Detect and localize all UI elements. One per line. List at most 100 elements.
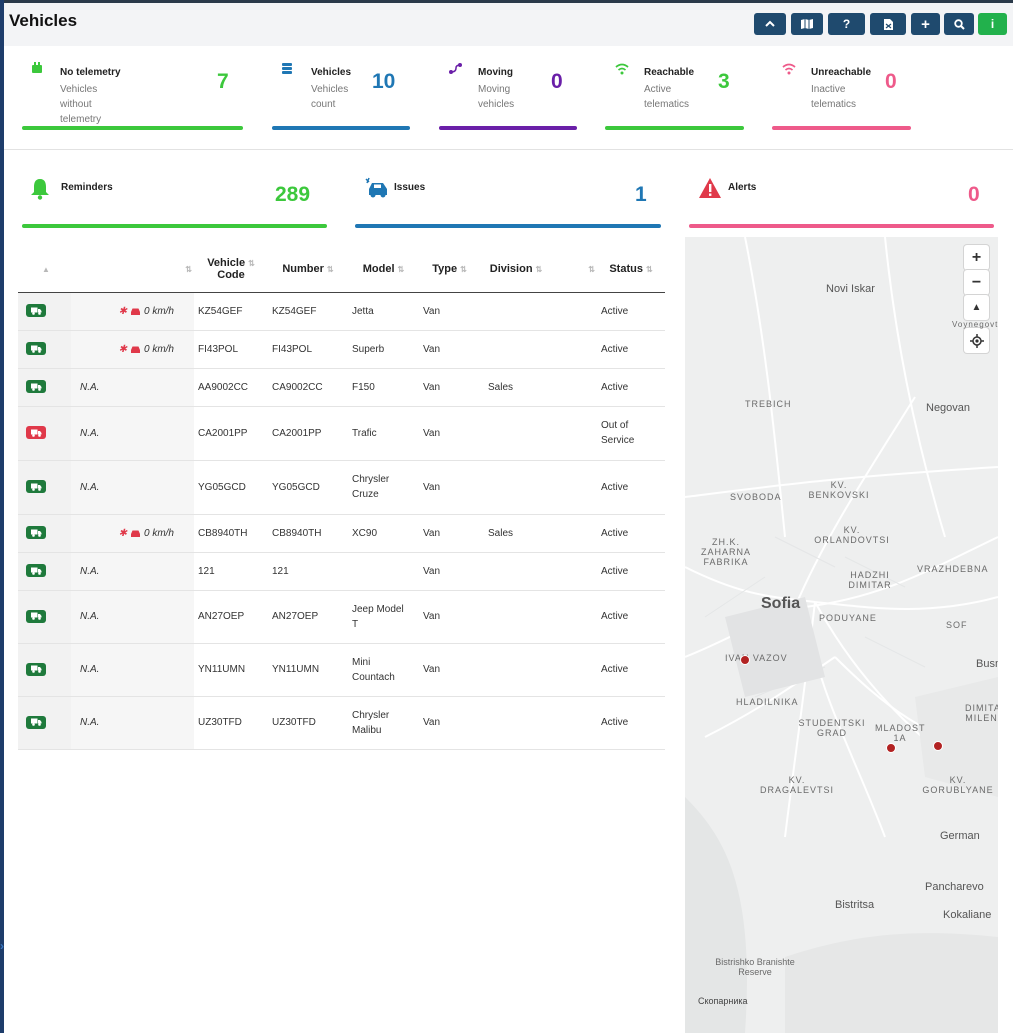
stat-bar xyxy=(272,126,410,130)
table-row[interactable]: N.A. AA9002CC CA9002CC F150 Van Sales Active xyxy=(18,368,665,407)
vehicle-marker[interactable] xyxy=(740,655,750,665)
table-row[interactable]: N.A. AN27OEP AN27OEP Jeep Model T Van Active xyxy=(18,590,665,644)
table-row[interactable]: ✱ 0 km/h FI43POL FI43POL Superb Van Active xyxy=(18,330,665,369)
extra-cell xyxy=(552,330,597,369)
vehicle-marker[interactable] xyxy=(933,741,943,751)
col-header-telemetry[interactable]: ⇅ xyxy=(71,246,194,293)
route-icon xyxy=(449,63,462,74)
telemetry-cell: ✱ 0 km/h xyxy=(71,330,194,369)
truck-icon xyxy=(30,567,41,575)
reminders-value: 289 xyxy=(275,183,311,206)
col-header-number[interactable]: Number ⇅ xyxy=(268,246,348,293)
vehicle-code-cell: 121 xyxy=(194,552,268,591)
table-row[interactable]: N.A. UZ30TFD UZ30TFD Chrysler Malibu Van Activ… xyxy=(18,696,665,750)
map-label: German xyxy=(940,830,980,842)
model-cell: Mini Countach xyxy=(348,643,419,697)
zoom-out-button[interactable]: − xyxy=(964,270,989,295)
stat-value: 0 xyxy=(551,70,563,93)
issues-title: Issues xyxy=(394,182,426,193)
vehicles-stack-icon xyxy=(282,63,292,74)
vehicle-state-badge[interactable] xyxy=(26,480,46,494)
car-icon xyxy=(130,530,140,537)
col-header-model[interactable]: Model ⇅ xyxy=(348,246,419,293)
map-label: KV. ORLANDOVTSI xyxy=(814,525,890,545)
locate-button[interactable] xyxy=(964,328,989,353)
map-label-city: Sofia xyxy=(761,595,801,612)
extra-cell xyxy=(552,460,597,515)
issues-value: 1 xyxy=(635,183,647,206)
stat-subtitle: Vehicles without telemetry xyxy=(60,84,102,125)
compass-icon: ▲ xyxy=(971,302,982,313)
speed-indicator: ✱ 0 km/h xyxy=(75,344,190,355)
stat-subtitle: Vehicles count xyxy=(311,84,349,110)
map-label: Busm xyxy=(976,658,998,670)
table-row[interactable]: N.A. 121 121 Van Active xyxy=(18,552,665,591)
telemetry-na: N.A. xyxy=(80,381,100,393)
division-cell xyxy=(480,643,552,697)
map-label: IVAN VAZOV xyxy=(725,653,788,663)
map-view-button[interactable] xyxy=(791,13,823,35)
type-cell: Van xyxy=(419,406,480,461)
compass-button[interactable]: ▲ xyxy=(964,295,989,320)
telemetry-cell: ✱ 0 km/h xyxy=(71,514,194,553)
table-row[interactable]: ✱ 0 km/h CB8940TH CB8940TH XC90 Van Sales Activ… xyxy=(18,514,665,553)
table-row[interactable]: N.A. YG05GCD YG05GCD Chrysler Cruze Van Active xyxy=(18,460,665,515)
vehicle-state-badge[interactable] xyxy=(26,662,46,676)
map-label: Kokaliane xyxy=(943,909,992,921)
collapse-button[interactable] xyxy=(754,13,786,35)
vehicle-state-badge[interactable] xyxy=(26,609,46,623)
info-button[interactable]: i xyxy=(978,13,1007,35)
table-row[interactable]: ✱ 0 km/h KZ54GEF KZ54GEF Jetta Van Active xyxy=(18,292,665,331)
table-header-row: ▲ ⇅ Vehicle ⇅ Code Number ⇅ Model ⇅ Type ⇅ Di… xyxy=(18,246,665,293)
col-header-state[interactable]: ▲ xyxy=(18,246,71,293)
table-row[interactable]: N.A. CA2001PP CA2001PP Trafic Van Out of Servi… xyxy=(18,406,665,461)
map-label: SVOBODA xyxy=(730,492,782,502)
vehicle-state-badge[interactable] xyxy=(26,304,46,318)
vehicle-marker[interactable] xyxy=(886,743,896,753)
car-icon xyxy=(130,346,140,353)
map-label: Bistritsa xyxy=(835,899,875,911)
map-label: HADZHI DIMITAR xyxy=(848,570,892,590)
vehicle-state-badge[interactable] xyxy=(26,526,46,540)
col-header-vehicle-code[interactable]: Vehicle ⇅ Code xyxy=(194,246,268,293)
division-cell xyxy=(480,552,552,591)
issues-bar xyxy=(355,224,661,228)
truck-icon xyxy=(30,383,41,391)
car-icon xyxy=(130,308,140,315)
vehicle-code-cell: CB8940TH xyxy=(194,514,268,553)
stat-title: Vehicles xyxy=(311,67,352,78)
sort-icon: ⇅ xyxy=(588,264,595,274)
vehicle-state-badge[interactable] xyxy=(26,426,46,440)
stat-subtitle: Active telematics xyxy=(644,84,690,110)
sidebar-expand-icon[interactable]: › xyxy=(0,938,8,954)
help-button[interactable]: ? xyxy=(828,13,865,35)
stat-value: 3 xyxy=(718,70,730,93)
truck-icon xyxy=(30,345,41,353)
vehicle-state-badge[interactable] xyxy=(26,715,46,729)
zoom-in-button[interactable]: + xyxy=(964,245,989,270)
col-header-status[interactable]: Status ⇅ xyxy=(597,246,665,293)
status-cell: Active xyxy=(597,590,665,644)
vehicle-state-badge[interactable] xyxy=(26,342,46,356)
status-cell: Active xyxy=(597,368,665,407)
state-cell xyxy=(18,292,71,331)
vehicles-map[interactable]: + − ▲ Novi Iskar Voynegovtsi TREBICH Neg… xyxy=(685,237,998,1033)
extra-cell xyxy=(552,514,597,553)
type-cell: Van xyxy=(419,552,480,591)
speed-indicator: ✱ 0 km/h xyxy=(75,528,190,539)
export-button[interactable] xyxy=(870,13,906,35)
type-cell: Van xyxy=(419,696,480,750)
col-header-extra[interactable]: ⇅ xyxy=(552,246,597,293)
telemetry-cell: N.A. xyxy=(71,643,194,697)
truck-icon xyxy=(30,307,41,315)
search-button[interactable] xyxy=(944,13,974,35)
col-header-division[interactable]: Division ⇅ xyxy=(480,246,552,293)
model-cell: Chrysler Cruze xyxy=(348,460,419,515)
extra-cell xyxy=(552,643,597,697)
state-cell xyxy=(18,460,71,515)
add-vehicle-button[interactable]: + xyxy=(911,13,940,35)
table-row[interactable]: N.A. YN11UMN YN11UMN Mini Countach Van Active xyxy=(18,643,665,697)
vehicle-state-badge[interactable] xyxy=(26,380,46,394)
vehicle-state-badge[interactable] xyxy=(26,564,46,578)
col-header-type[interactable]: Type ⇅ xyxy=(419,246,480,293)
